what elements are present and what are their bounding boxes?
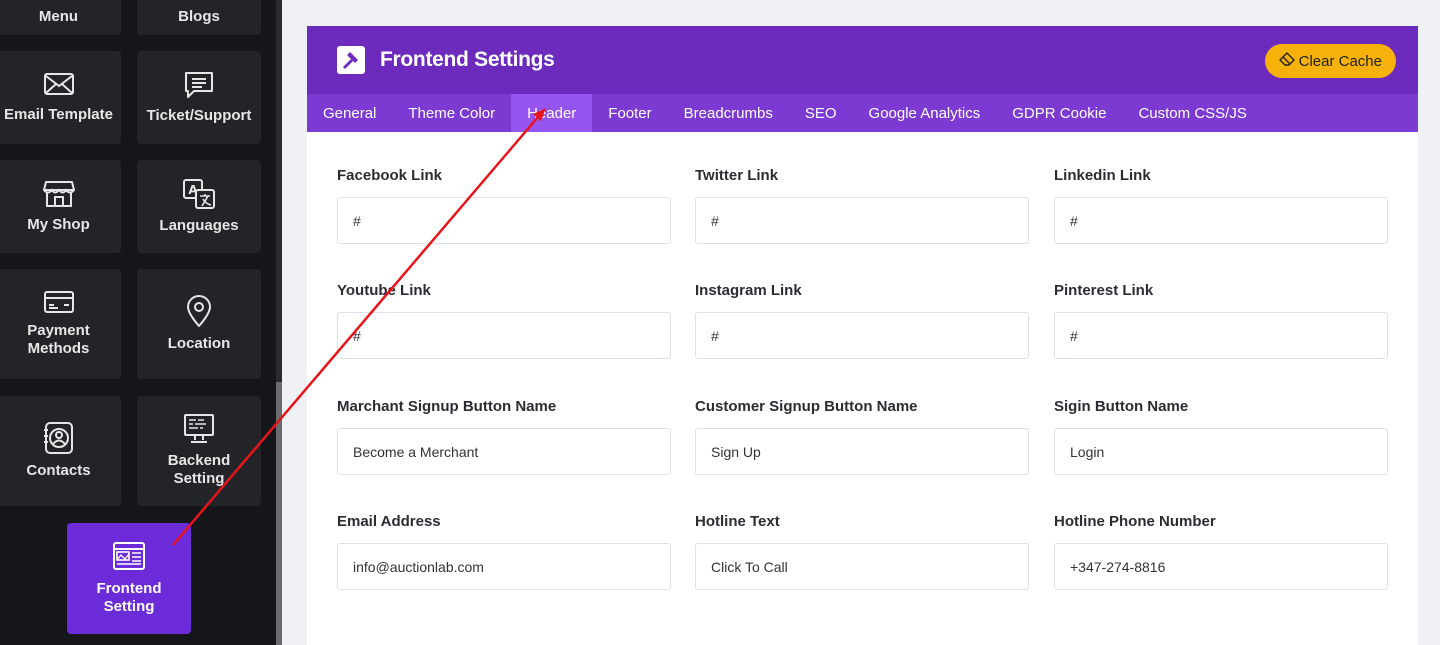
sidebar-tile-label: Ticket/Support [146, 106, 252, 124]
pinterest-link-input[interactable] [1054, 312, 1388, 359]
sidebar-tile-frontend-setting[interactable]: Frontend Setting [67, 523, 191, 634]
sidebar-tile-label: Backend Setting [167, 452, 231, 487]
tab-gdpr-cookie[interactable]: GDPR Cookie [996, 94, 1122, 132]
hotline-text-input[interactable] [695, 543, 1029, 590]
sidebar-scrollbar[interactable] [276, 0, 282, 645]
customer-signup-button-name-input[interactable] [695, 428, 1029, 475]
translate-icon: A [183, 178, 215, 217]
hotline-text-field: Hotline Text [695, 513, 1029, 590]
browser-layout-icon [113, 541, 145, 580]
hotline-phone-number-field: Hotline Phone Number [1054, 513, 1388, 590]
tab-breadcrumbs[interactable]: Breadcrumbs [668, 94, 789, 132]
merchant-signup-button-name-field: Marchant Signup Button Name [337, 398, 671, 475]
sidebar-tile-menu[interactable]: Menu [0, 0, 121, 35]
field-label: Hotline Text [695, 513, 780, 530]
sidebar-tile-location[interactable]: Location [137, 269, 261, 379]
field-label: Facebook Link [337, 167, 443, 184]
sidebar-tile-label: Email Template [4, 105, 113, 123]
sidebar-tile-contacts[interactable]: Contacts [0, 396, 121, 506]
sidebar-tile-email-template[interactable]: Email Template [0, 51, 121, 144]
field-label: Twitter Link [695, 167, 779, 184]
sidebar-tile-label: Payment Methods [27, 322, 90, 357]
sidebar-tile-label: Languages [159, 216, 239, 234]
hammer-icon [337, 46, 365, 74]
shop-icon [42, 180, 75, 216]
signin-button-name-input[interactable] [1054, 428, 1388, 475]
field-label: Youtube Link [337, 282, 431, 299]
tab-custom-css-js[interactable]: Custom CSS/JS [1122, 94, 1262, 132]
monitor-code-icon [184, 414, 214, 452]
instagram-link-field: Instagram Link [695, 282, 1029, 359]
youtube-link-field: Youtube Link [337, 282, 671, 359]
linkedin-link-input[interactable] [1054, 197, 1388, 244]
sidebar-tile-my-shop[interactable]: My Shop [0, 160, 121, 253]
tab-seo[interactable]: SEO [789, 94, 853, 132]
field-label: Sigin Button Name [1054, 398, 1189, 415]
hotline-phone-number-input[interactable] [1054, 543, 1388, 590]
sidebar-tile-languages[interactable]: A Languages [137, 160, 261, 253]
customer-signup-button-name-field: Customer Signup Button Name [695, 398, 1029, 475]
linkedin-link-field: Linkedin Link [1054, 167, 1388, 244]
tab-footer[interactable]: Footer [592, 94, 667, 132]
merchant-signup-button-name-input[interactable] [337, 428, 671, 475]
field-label: Pinterest Link [1054, 282, 1154, 299]
tab-general[interactable]: General [307, 94, 392, 132]
sidebar-tile-label: Menu [38, 7, 79, 25]
sidebar-tile-label: Location [167, 335, 231, 352]
sidebar-scrollbar-thumb[interactable] [276, 382, 282, 645]
email-address-field: Email Address [337, 513, 671, 590]
sidebar-tile-label: My Shop [27, 215, 90, 233]
email-address-input[interactable] [337, 543, 671, 590]
instagram-link-input[interactable] [695, 312, 1029, 359]
signin-button-name-field: Sigin Button Name [1054, 398, 1388, 475]
field-label: Marchant Signup Button Name [337, 398, 557, 415]
facebook-link-input[interactable] [337, 197, 671, 244]
settings-tabs: General Theme Color Header Footer Breadc… [307, 94, 1418, 132]
field-label: Customer Signup Button Name [695, 398, 918, 415]
credit-card-icon [43, 290, 74, 322]
location-pin-icon [186, 295, 212, 335]
twitter-link-input[interactable] [695, 197, 1029, 244]
sidebar-tile-payment-methods[interactable]: Payment Methods [0, 269, 121, 379]
sidebar-tile-label: Blogs [178, 7, 220, 25]
clear-cache-label: Clear Cache [1298, 52, 1382, 70]
twitter-link-field: Twitter Link [695, 167, 1029, 244]
sidebar-tile-ticket-support[interactable]: Ticket/Support [137, 51, 261, 144]
page-title: Frontend Settings [380, 48, 555, 71]
sidebar-tile-label: Frontend Setting [96, 579, 162, 615]
sidebar-tile-blogs[interactable]: Blogs [137, 0, 261, 35]
envelope-icon [43, 72, 74, 106]
field-label: Hotline Phone Number [1054, 513, 1216, 530]
field-label: Email Address [337, 513, 441, 530]
clear-cache-button[interactable]: Clear Cache [1264, 44, 1396, 78]
sidebar: Menu Blogs Email Template Ticket/Support… [0, 0, 276, 645]
sidebar-tile-label: Contacts [26, 462, 91, 479]
field-label: Linkedin Link [1054, 167, 1151, 184]
tab-header[interactable]: Header [511, 94, 593, 132]
eraser-icon [1278, 52, 1295, 70]
chat-bubble-icon [184, 71, 214, 107]
field-label: Instagram Link [695, 282, 802, 299]
pinterest-link-field: Pinterest Link [1054, 282, 1388, 359]
contacts-book-icon [43, 422, 74, 462]
facebook-link-field: Facebook Link [337, 167, 671, 244]
youtube-link-input[interactable] [337, 312, 671, 359]
tab-theme-color[interactable]: Theme Color [392, 94, 511, 132]
tab-google-analytics[interactable]: Google Analytics [853, 94, 997, 132]
card-header: Frontend Settings Clear Cache [307, 26, 1418, 94]
sidebar-tile-backend-setting[interactable]: Backend Setting [137, 396, 261, 506]
